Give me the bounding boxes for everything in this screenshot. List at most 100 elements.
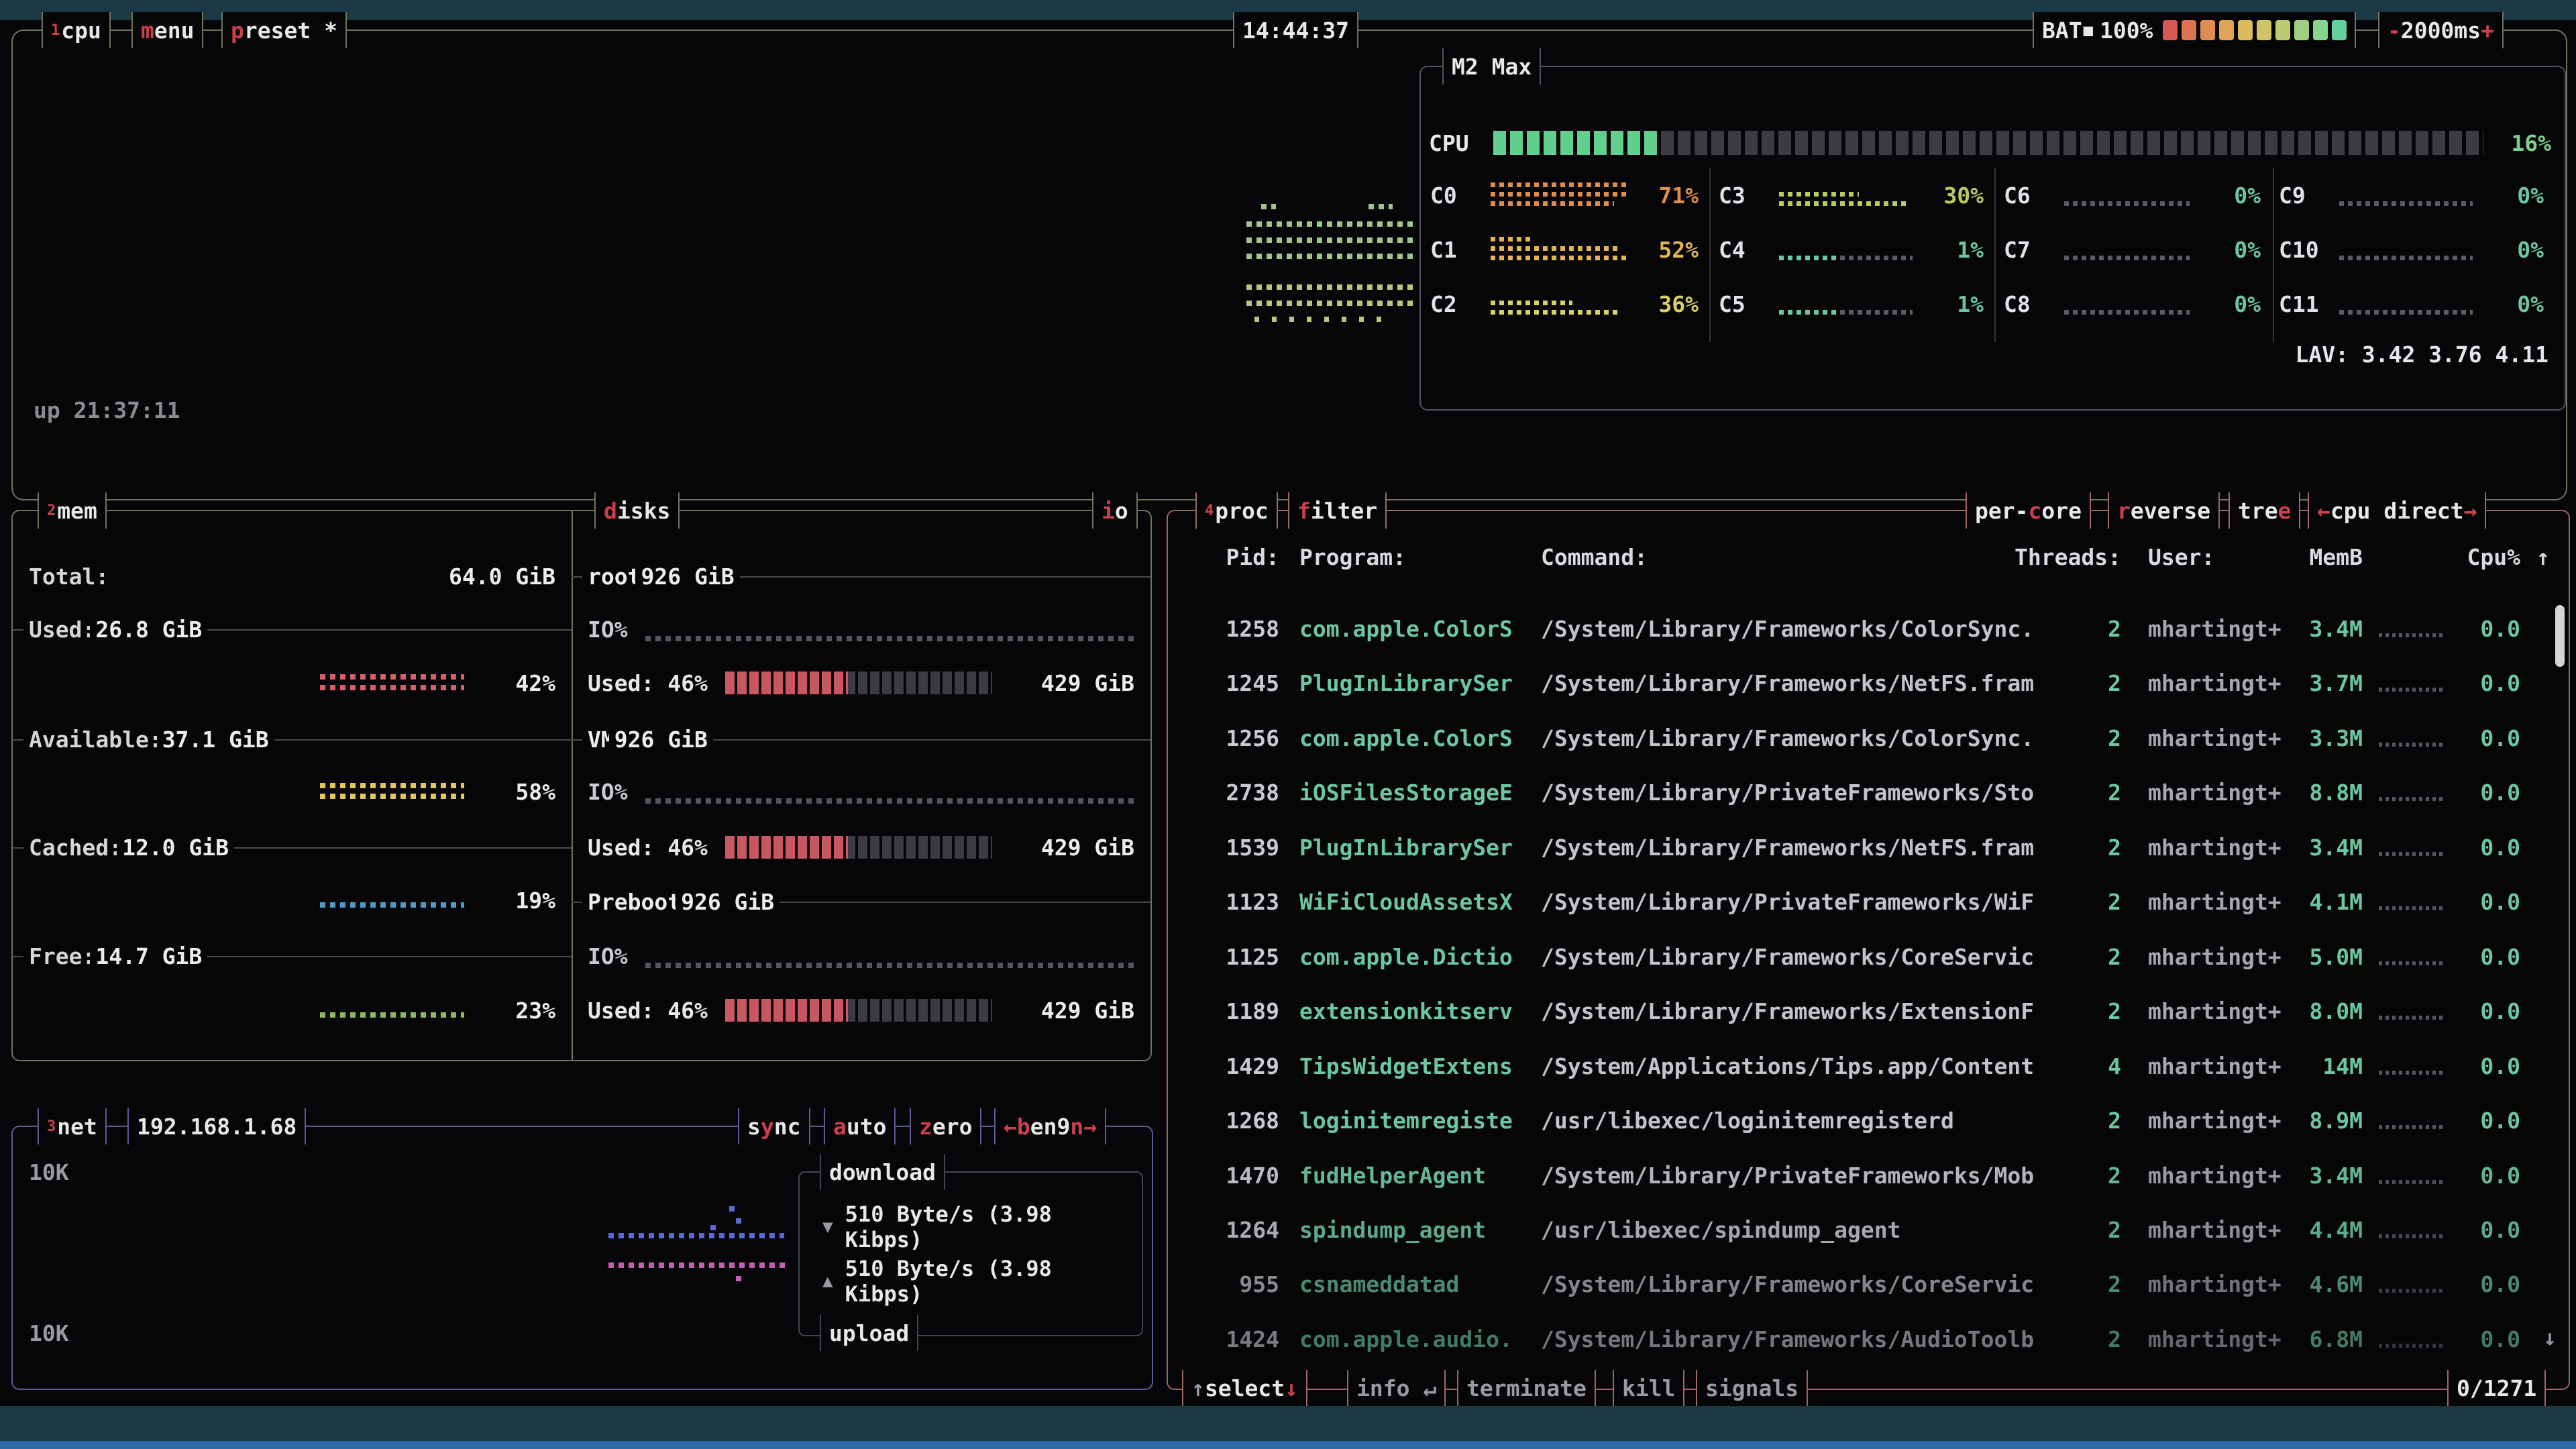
sort-column-switcher[interactable]: ← cpu direct → [2308, 492, 2486, 529]
upload-label: upload [820, 1315, 918, 1351]
label-segment: uto [847, 1114, 887, 1140]
core-history-graph [2339, 176, 2473, 214]
preset-button[interactable]: preset * [221, 12, 347, 48]
core-cell-C4: C41% [1719, 228, 1984, 271]
table-row[interactable]: 1245PlugInLibrarySer/System/Library/Fram… [1168, 670, 2569, 702]
cell-cpu: 0.0 [2453, 835, 2520, 861]
table-row[interactable]: 1189extensionkitserv/System/Library/Fram… [1168, 998, 2569, 1030]
table-row[interactable]: 1125com.apple.Dictio/System/Library/Fram… [1168, 944, 2569, 976]
table-row[interactable]: 1424com.apple.audio./System/Library/Fram… [1168, 1326, 2569, 1358]
table-row[interactable]: 1429TipsWidgetExtens/System/Applications… [1168, 1053, 2569, 1085]
mem-percent: 23% [476, 998, 555, 1024]
tab-proc[interactable]: 4proc [1195, 492, 1278, 529]
label-segment: tre [2238, 498, 2278, 524]
graph-dots [320, 783, 464, 788]
net-sync-toggle[interactable]: sync [738, 1108, 810, 1144]
label-segment: 3 [47, 1118, 56, 1135]
battery-block [2200, 20, 2215, 40]
scroll-down-icon[interactable]: ↓ [2543, 1324, 2557, 1350]
cell-threads: 2 [2057, 889, 2121, 915]
upload-rate: 510 Byte/s (3.98 Kibps) [845, 1256, 1142, 1307]
mem-meter [320, 999, 464, 1022]
filter-button[interactable]: filter [1288, 492, 1387, 529]
scrollbar-thumb[interactable] [2555, 605, 2565, 667]
net-scale-top: 10K [29, 1159, 69, 1185]
tab-cpu[interactable]: 1cpu [42, 12, 111, 48]
info-action[interactable]: info ↵ [1347, 1370, 1446, 1406]
table-row[interactable]: 2738iOSFilesStorageE/System/Library/Priv… [1168, 780, 2569, 812]
cell-user: mhartingt+ [2148, 780, 2282, 806]
cell-command: /usr/libexec/spindump_agent [1541, 1217, 1900, 1243]
core-label: C3 [1719, 182, 1772, 209]
tab-disks[interactable]: disks [594, 492, 680, 529]
net-zero-toggle[interactable]: zero [910, 1108, 981, 1144]
mem-meter-row: 19% [29, 884, 555, 916]
mem-stat-value: 37.1 GiB [157, 727, 274, 753]
download-rate-row: ▼ 510 Byte/s (3.98 Kibps) [822, 1211, 1142, 1243]
io-toggle[interactable]: io [1092, 492, 1138, 529]
cell-mem: 5.0M [2282, 944, 2363, 970]
cell-mem-dots [2379, 633, 2446, 637]
disk-used-meter [725, 672, 992, 694]
disk-io-graph [645, 614, 1134, 644]
cell-threads: 2 [2057, 1326, 2121, 1352]
table-row[interactable]: 1123WiFiCloudAssetsX/System/Library/Priv… [1168, 889, 2569, 921]
cell-cpu: 0.0 [2453, 889, 2520, 915]
disk-used-value: 429 GiB [1041, 998, 1134, 1024]
core-percent: 52% [1634, 237, 1699, 263]
core-history-graph [1779, 176, 1913, 214]
dock-bar [0, 1441, 2576, 1449]
core-percent: 0% [2479, 182, 2544, 209]
cell-mem-dots [2379, 906, 2446, 910]
clock: 14:44:37 [1233, 12, 1358, 48]
disk-io-label: IO% [588, 943, 628, 969]
table-row[interactable]: 1268loginitemregiste/usr/libexec/loginit… [1168, 1108, 2569, 1140]
select-action[interactable]: ↑ select ↓ [1182, 1370, 1307, 1406]
process-panel: Pid: Program: Command: Threads: User: Me… [1167, 510, 2570, 1390]
graph-dots [1491, 256, 1627, 260]
tab-mem[interactable]: 2mem [38, 492, 107, 529]
graph-dots [645, 798, 1134, 804]
cell-cpu: 0.0 [2453, 1108, 2520, 1134]
core-label: C0 [1430, 182, 1484, 209]
core-percent: 0% [2196, 182, 2261, 209]
cell-program: csnameddatad [1299, 1271, 1459, 1297]
terminate-action[interactable]: terminate [1457, 1370, 1596, 1406]
tree-toggle[interactable]: tree [2229, 492, 2300, 529]
net-interface-switcher[interactable]: ←b en9 n→ [994, 1108, 1106, 1144]
kill-action[interactable]: kill [1613, 1370, 1684, 1406]
label-segment: signals [1705, 1375, 1799, 1401]
cell-program: com.apple.audio. [1299, 1326, 1513, 1352]
cell-mem: 14M [2282, 1053, 2363, 1079]
table-row[interactable]: 955csnameddatad/System/Library/Framework… [1168, 1271, 2569, 1303]
table-row[interactable]: 1264spindump_agent/usr/libexec/spindump_… [1168, 1217, 2569, 1249]
cell-cpu: 0.0 [2453, 670, 2520, 696]
tab-net[interactable]: 3net [38, 1108, 107, 1144]
table-row[interactable]: 1539PlugInLibrarySer/System/Library/Fram… [1168, 835, 2569, 867]
download-label: download [820, 1154, 945, 1190]
disk-used-label: Used: 46% [588, 998, 708, 1024]
mem-meter [320, 672, 464, 694]
menu-button[interactable]: menu [131, 12, 203, 48]
label-segment: d [604, 498, 617, 524]
signals-action[interactable]: signals [1696, 1370, 1808, 1406]
refresh-rate-control[interactable]: - 2000ms + [2378, 12, 2504, 48]
reverse-toggle[interactable]: reverse [2108, 492, 2220, 529]
cpu-model-title: M2 Max [1442, 48, 1541, 85]
core-label: C1 [1430, 237, 1484, 263]
graph-dots [645, 963, 1134, 968]
table-row[interactable]: 1256com.apple.ColorS/System/Library/Fram… [1168, 725, 2569, 757]
download-rate: 510 Byte/s (3.98 Kibps) [845, 1201, 1142, 1252]
core-percent: 0% [2196, 237, 2261, 263]
label-segment: terminate [1466, 1375, 1587, 1401]
cell-threads: 2 [2057, 1217, 2121, 1243]
cell-mem-dots [2379, 1180, 2446, 1184]
per-core-toggle[interactable]: per-core [1966, 492, 2091, 529]
net-auto-toggle[interactable]: auto [824, 1108, 896, 1144]
label-segment: en9 [1030, 1114, 1071, 1140]
table-row[interactable]: 1470fudHelperAgent/System/Library/Privat… [1168, 1163, 2569, 1195]
table-row[interactable]: 1258com.apple.ColorS/System/Library/Fram… [1168, 616, 2569, 648]
core-percent: 1% [1919, 237, 1984, 263]
cell-mem-dots [2379, 1289, 2446, 1293]
cell-program: WiFiCloudAssetsX [1299, 889, 1513, 915]
